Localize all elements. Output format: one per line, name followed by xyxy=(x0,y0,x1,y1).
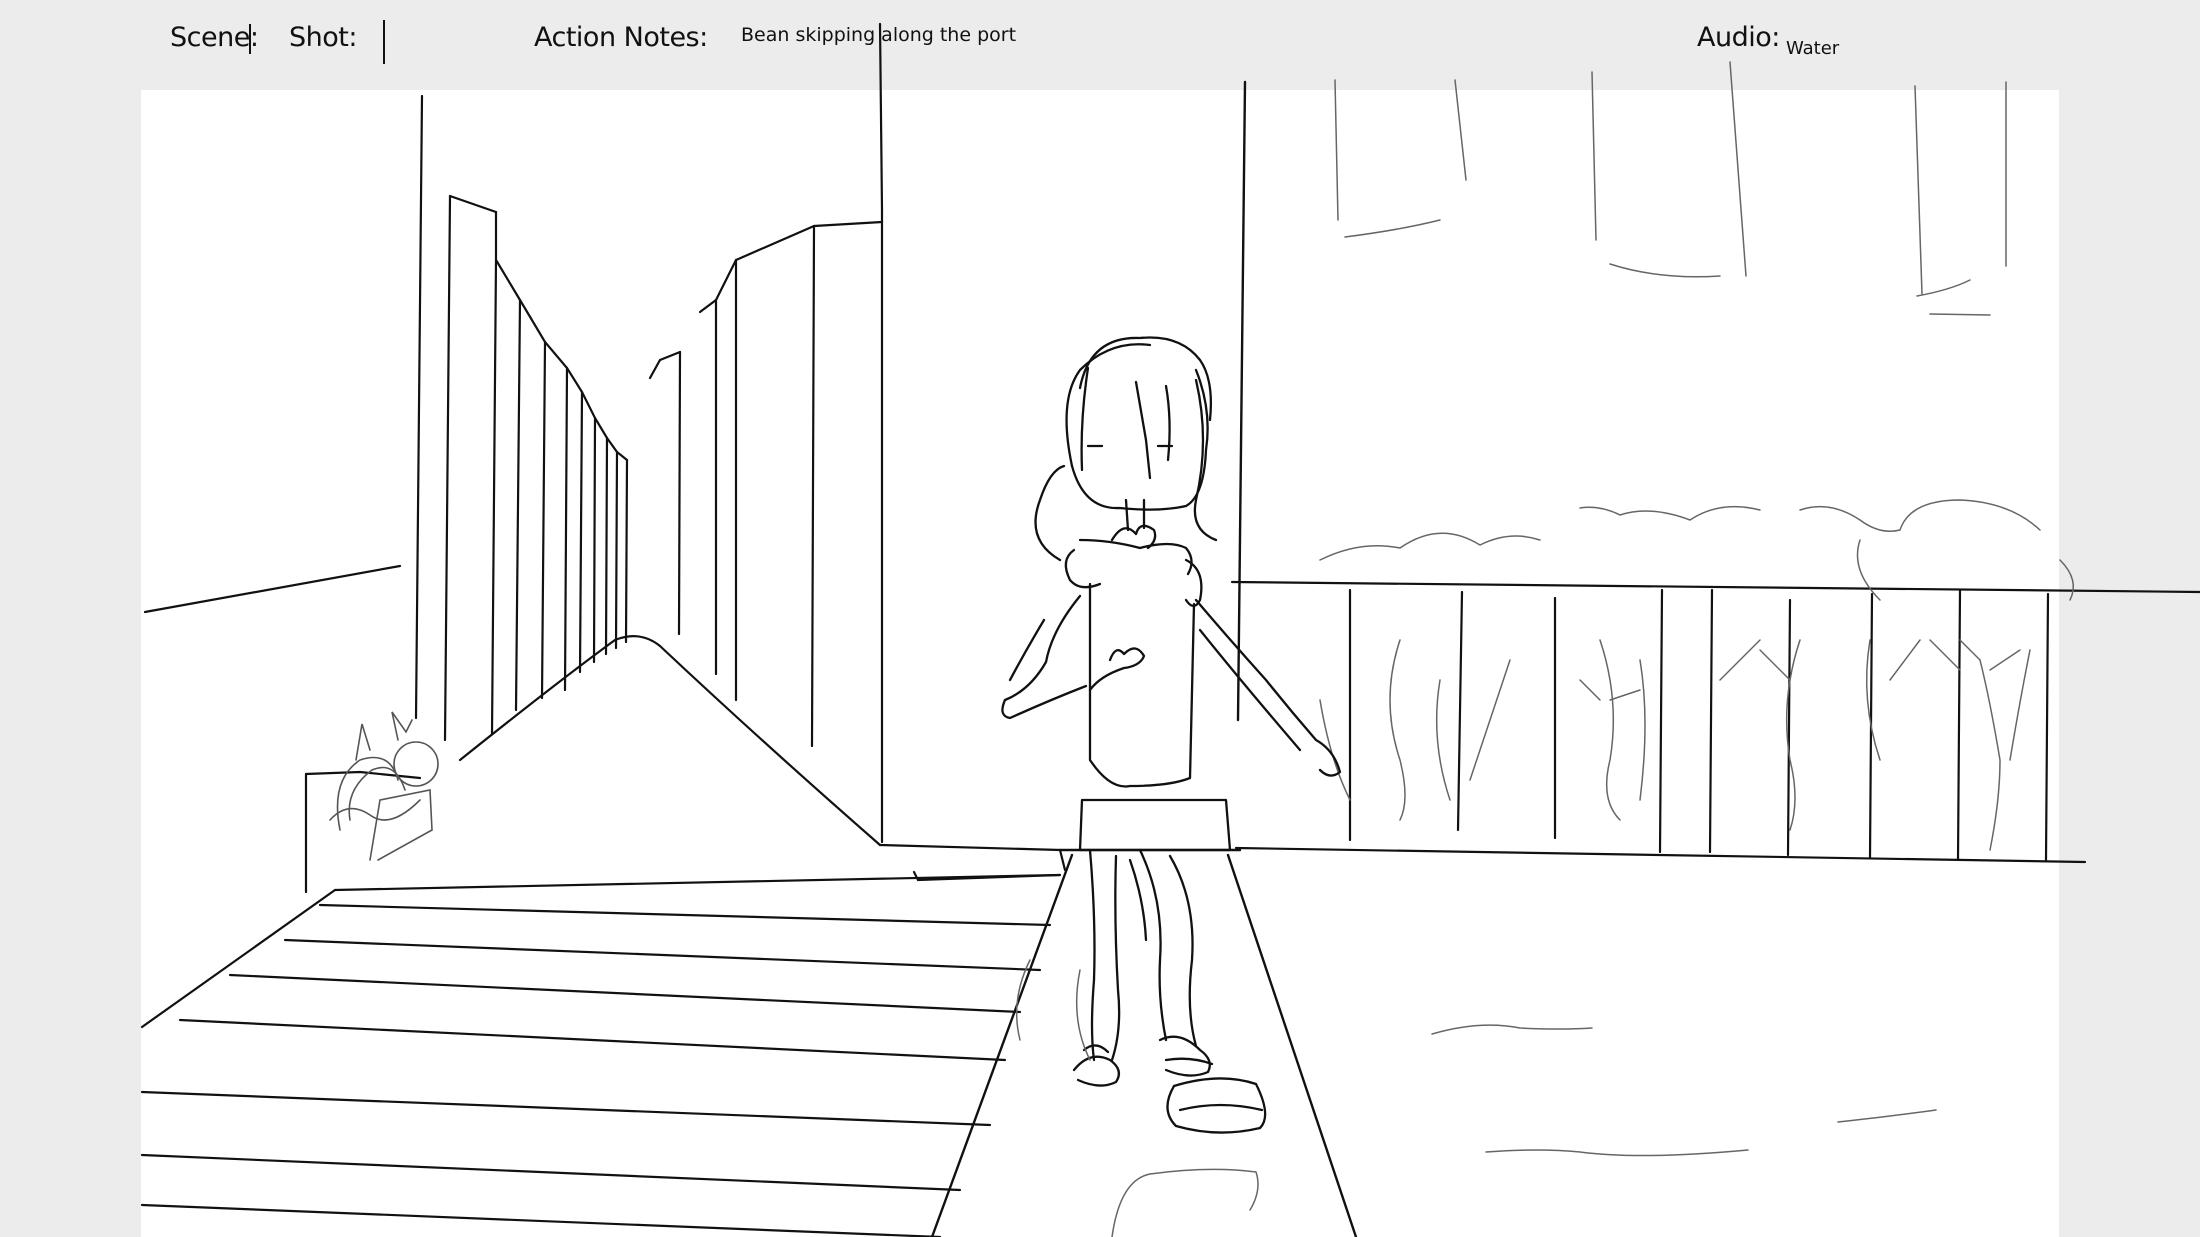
storyboard-panel xyxy=(141,90,2059,1237)
storyboard-sketch xyxy=(140,22,2200,1237)
